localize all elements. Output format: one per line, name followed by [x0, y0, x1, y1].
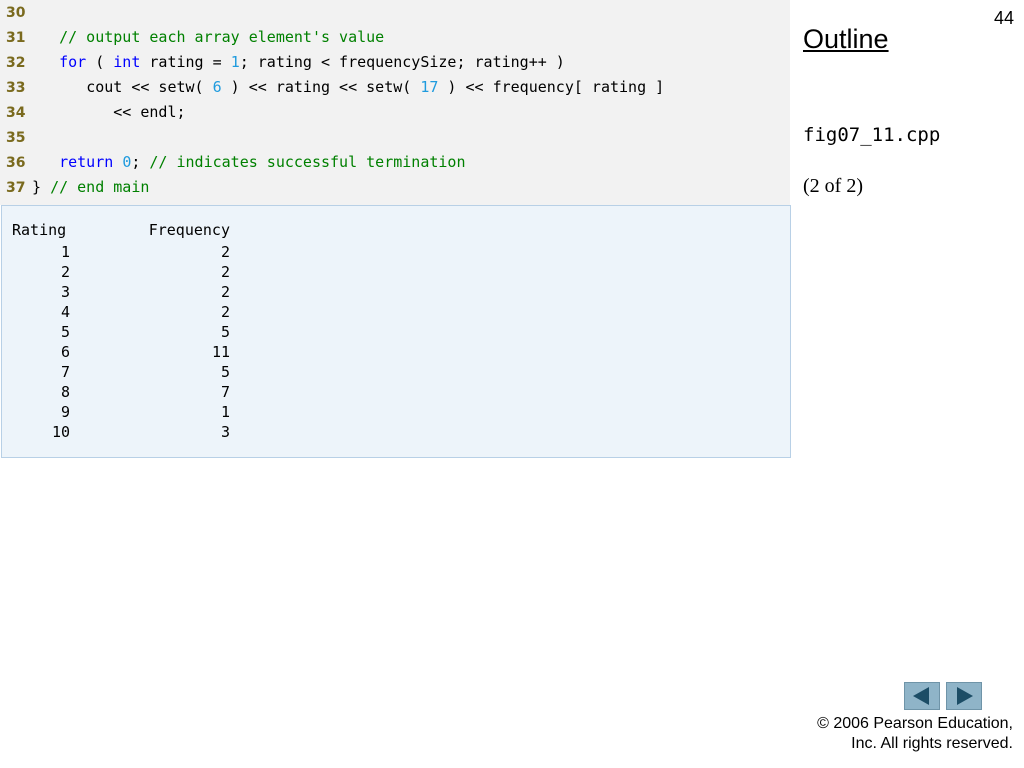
code-number: 6 [212, 78, 222, 96]
frequency-value: 5 [220, 323, 230, 341]
frequency-value: 2 [220, 303, 230, 321]
part-label: (2 of 2) [803, 175, 863, 197]
rating-value: 4 [60, 303, 70, 321]
code-line-30: 30 [0, 0, 32, 25]
header-rating: Rating [12, 221, 67, 239]
rating-value: 5 [60, 323, 70, 341]
code-text: ; [131, 153, 150, 171]
frequency-value: 2 [220, 283, 230, 301]
line-number: 31 [6, 30, 26, 46]
line-number: 30 [6, 5, 26, 21]
code-text: ) << rating << setw( [221, 78, 421, 96]
line-number: 37 [6, 180, 26, 196]
program-output: Rating Frequency 12 22 32 42 55 6 11 75 87… [1, 205, 791, 458]
code-comment: // end main [50, 178, 150, 196]
output-row: 32 [12, 282, 230, 302]
code-line-37: 37} // end main [0, 175, 149, 200]
frequency-value: 2 [220, 243, 230, 261]
code-text: ; rating < frequencySize; rating++ ) [239, 53, 565, 71]
output-header: Rating Frequency [12, 220, 230, 240]
rating-value: 7 [60, 363, 70, 381]
output-row: 12 [12, 242, 230, 262]
code-line-35: 35 [0, 125, 32, 150]
rating-value: 10 [51, 423, 70, 441]
file-name: fig07_11.cpp [803, 124, 941, 146]
output-row: 42 [12, 302, 230, 322]
code-text: rating = [140, 53, 231, 71]
code-number: 17 [420, 78, 439, 96]
code-text: << endl; [113, 103, 186, 121]
line-number: 33 [6, 80, 26, 96]
code-keyword: return [59, 153, 114, 171]
frequency-value: 1 [220, 403, 230, 421]
output-row: 87 [12, 382, 230, 402]
code-text: ) << frequency[ rating ] [438, 78, 665, 96]
code-number: 0 [122, 153, 132, 171]
copyright-line-2: Inc. All rights reserved. [851, 735, 1013, 752]
right-triangle-icon [957, 687, 973, 705]
frequency-value: 11 [211, 343, 230, 361]
frequency-value: 2 [220, 263, 230, 281]
code-line-33: 33 cout << setw( 6 ) << rating << setw( … [0, 75, 664, 100]
copyright: © 2006 Pearson Education, Inc. All right… [817, 714, 1013, 754]
output-row: 75 [12, 362, 230, 382]
code-comment: // output each array element's value [59, 28, 385, 46]
output-row: 22 [12, 262, 230, 282]
line-number: 35 [6, 130, 26, 146]
code-line-31: 31 // output each array element's value [0, 25, 384, 50]
frequency-value: 5 [220, 363, 230, 381]
code-text: ( [86, 53, 114, 71]
code-comment: // indicates successful termination [149, 153, 466, 171]
rating-value: 2 [60, 263, 70, 281]
rating-value: 8 [60, 383, 70, 401]
rating-value: 1 [60, 243, 70, 261]
code-number: 1 [230, 53, 240, 71]
line-number: 36 [6, 155, 26, 171]
code-keyword: for [59, 53, 87, 71]
left-triangle-icon [913, 687, 929, 705]
line-number: 34 [6, 105, 26, 121]
rating-value: 3 [60, 283, 70, 301]
code-line-34: 34 << endl; [0, 100, 186, 125]
frequency-value: 3 [220, 423, 230, 441]
next-slide-button[interactable] [946, 682, 982, 710]
output-row: 55 [12, 322, 230, 342]
rating-value: 9 [60, 403, 70, 421]
code-listing: 30 31 // output each array element's val… [0, 0, 790, 205]
rating-value: 6 [60, 343, 70, 361]
line-number: 32 [6, 55, 26, 71]
page-number: 44 [993, 8, 1014, 28]
copyright-line-1: © 2006 Pearson Education, [817, 715, 1013, 732]
outline-link[interactable]: Outline [803, 24, 889, 55]
code-text: } [32, 178, 51, 196]
code-line-32: 32 for ( int rating = 1; rating < freque… [0, 50, 565, 75]
code-text: cout << setw( [86, 78, 213, 96]
header-frequency: Frequency [148, 221, 230, 239]
output-row: 91 [12, 402, 230, 422]
frequency-value: 7 [220, 383, 230, 401]
output-row: 6 11 [12, 342, 230, 362]
previous-slide-button[interactable] [904, 682, 940, 710]
code-keyword: int [113, 53, 141, 71]
code-line-36: 36 return 0; // indicates successful ter… [0, 150, 465, 175]
output-row: 10 3 [12, 422, 230, 442]
